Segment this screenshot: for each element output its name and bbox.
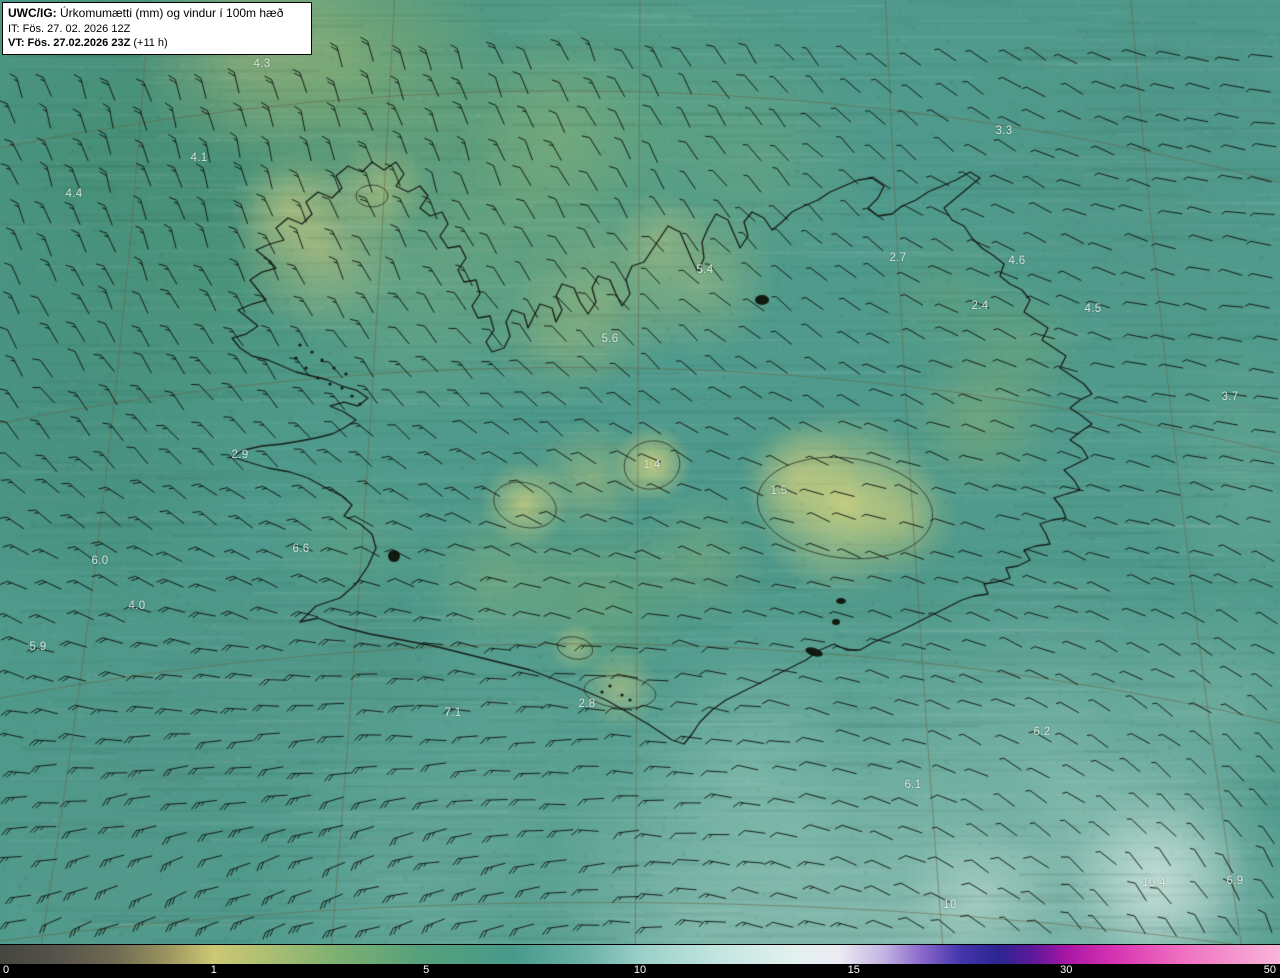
valid-time: VT: Fös. 27.02.2026 23Z [8, 36, 131, 49]
product-title-line: UWC/IG: Úrkomumætti (mm) og vindur í 100… [8, 6, 304, 22]
precipitation-wind-map-canvas [0, 0, 1280, 978]
title-box: UWC/IG: Úrkomumætti (mm) og vindur í 100… [2, 2, 312, 56]
colorbar-tick: 0 [3, 964, 10, 976]
product-label: UWC/IG: [8, 6, 57, 20]
colorbar-tick: 1 [210, 964, 217, 976]
colorbar-tick: 50 [1263, 964, 1276, 976]
colorbar-tick: 5 [423, 964, 430, 976]
init-time-line: IT: Fös. 27. 02. 2026 12Z [8, 22, 131, 35]
valid-time-offset: (+11 h) [130, 36, 168, 49]
colorbar-tick: 30 [1060, 964, 1073, 976]
colorbar: 0 1 5 10 15 30 50 [0, 944, 1280, 978]
product-title: Úrkomumætti (mm) og vindur í 100m hæð [56, 6, 284, 20]
colorbar-tick: 10 [633, 964, 647, 976]
weather-map-app: 4.3 3.3 4.1 4.4 2.7 4.6 5.4 2.4 4.5 5.6 3.7 2.9 1.4 1… [0, 0, 1280, 978]
valid-time-line: VT: Fös. 27.02.2026 23Z (+11 h) [8, 36, 304, 50]
colorbar-tick: 15 [847, 964, 860, 976]
colorbar-gradient [0, 944, 1280, 964]
colorbar-tick-labels: 0 1 5 10 15 30 50 [0, 964, 1280, 978]
